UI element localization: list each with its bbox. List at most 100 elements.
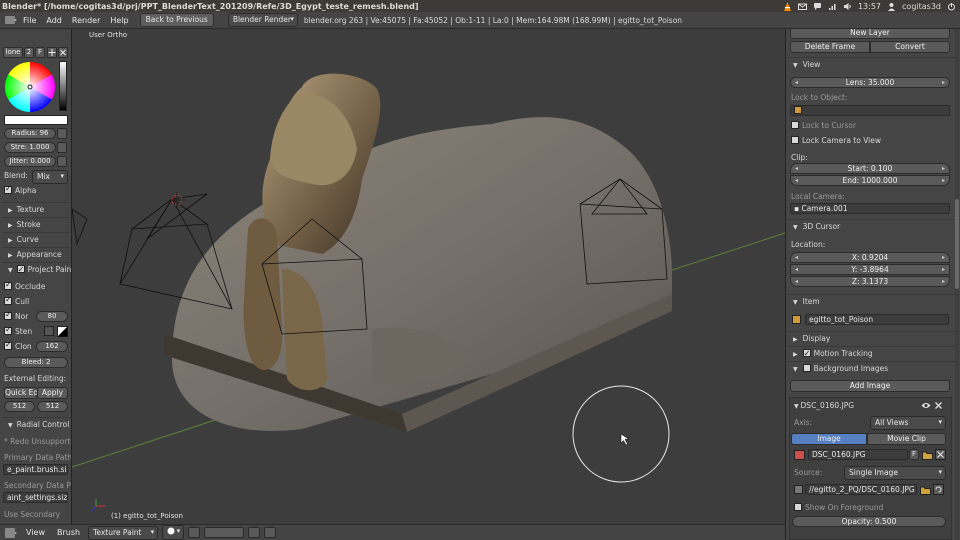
add-image-button[interactable]: Add Image — [790, 380, 950, 392]
color-wheel[interactable] — [4, 61, 56, 113]
back-to-previous-button[interactable]: Back to Previous — [139, 13, 214, 27]
value-slider[interactable] — [59, 61, 67, 111]
screen-grab-y-field[interactable]: 512 — [37, 401, 68, 412]
brush-name-field[interactable]: lone — [3, 47, 23, 58]
blender-info-icon[interactable] — [4, 14, 18, 26]
viewport-scene[interactable] — [72, 29, 785, 524]
stroke-section[interactable]: ▶ Stroke — [2, 217, 70, 230]
menu-render[interactable]: Render — [67, 16, 105, 25]
eye-icon[interactable] — [921, 401, 931, 410]
3d-cursor[interactable] — [169, 192, 185, 208]
clip-end-field[interactable]: ◂ End: 1000.000 ▸ — [790, 175, 950, 186]
background-images-section-header[interactable]: ▼ Background Images — [787, 361, 955, 375]
cursor-x-field[interactable]: ◂ X: 0.9204 ▸ — [790, 252, 950, 263]
background-image-item[interactable]: ▼ DSC_0160.JPG — [794, 401, 854, 410]
axis-select[interactable]: All Views — [870, 416, 946, 430]
remove-image-icon[interactable] — [934, 401, 943, 410]
primary-data-path-field[interactable]: e_paint.brush.size — [3, 464, 68, 475]
source-select[interactable]: Single Image — [844, 466, 946, 480]
power-icon[interactable] — [947, 2, 956, 11]
lock-layers-button[interactable] — [248, 527, 261, 538]
normal-toggle[interactable]: Nor — [4, 310, 28, 323]
cull-toggle[interactable]: Cull — [4, 295, 29, 308]
lock-object-field[interactable] — [790, 105, 950, 116]
tab-movie-clip[interactable]: Movie Clip — [867, 433, 946, 445]
editor-type-icon[interactable] — [4, 527, 18, 539]
stencil-invert-icon[interactable] — [57, 326, 68, 337]
open-image-icon[interactable] — [922, 449, 933, 460]
display-section-header[interactable]: ▶ Display — [787, 331, 955, 345]
texture-section[interactable]: ▶ Texture — [2, 202, 70, 215]
menu-add[interactable]: Add — [41, 16, 67, 25]
unlink-brush-icon[interactable] — [58, 47, 68, 58]
strength-field[interactable]: Stre: 1.000 — [4, 142, 56, 153]
stencil-toggle[interactable]: Sten — [4, 325, 32, 338]
unlink-image-icon[interactable] — [935, 449, 946, 460]
camera-edge-frame[interactable] — [72, 208, 88, 246]
radial-control-section[interactable]: ▼ Radial Control — [2, 417, 70, 430]
image-browse-icon[interactable] — [794, 450, 805, 460]
render-preview-button[interactable] — [264, 527, 277, 538]
volume-icon[interactable] — [843, 2, 852, 11]
mail-icon[interactable] — [797, 2, 807, 11]
tab-image[interactable]: Image — [791, 433, 867, 445]
menu-file[interactable]: File — [18, 16, 41, 25]
pack-file-icon[interactable] — [794, 485, 803, 494]
menu-help[interactable]: Help — [105, 16, 133, 25]
radius-pressure-button[interactable] — [57, 128, 67, 139]
cursor-y-field[interactable]: ◂ Y: -3.8964 ▸ — [790, 264, 950, 275]
jitter-field[interactable]: Jitter: 0.000 — [4, 156, 56, 167]
pivot-button[interactable] — [188, 527, 201, 538]
blend-select[interactable]: Mix — [32, 170, 68, 184]
secondary-data-path-field[interactable]: aint_settings.size — [3, 492, 68, 503]
alpha-checkbox[interactable] — [4, 184, 12, 194]
show-foreground-toggle[interactable]: Show On Foreground — [794, 503, 883, 512]
cursor-z-field[interactable]: ◂ Z: 3.1373 ▸ — [790, 276, 950, 287]
layer-buttons[interactable] — [204, 527, 245, 538]
item-name-field[interactable]: egitto_tot_Poison — [805, 314, 949, 325]
curve-section[interactable]: ▶ Curve — [2, 232, 70, 245]
radius-field[interactable]: Radius: 96 — [4, 128, 56, 139]
jitter-pressure-button[interactable] — [57, 156, 67, 167]
vlc-icon[interactable] — [783, 1, 792, 11]
local-camera-field[interactable]: ▪ Camera.001 — [790, 203, 950, 214]
brush-color-swatch[interactable] — [4, 115, 68, 125]
quick-edit-button[interactable]: Quick Edi — [4, 387, 40, 399]
menu-brush[interactable]: Brush — [53, 528, 84, 537]
3d-viewport[interactable]: User Ortho (1) egitto_tot_Poison — [72, 29, 785, 524]
alpha-toggle[interactable]: Alpha — [4, 184, 36, 197]
screen-grab-x-field[interactable]: 512 — [4, 401, 35, 412]
user-name[interactable]: cogitas3d — [902, 2, 941, 11]
view-section-header[interactable]: ▼ View — [787, 57, 955, 71]
brush-users-field[interactable]: 2 — [24, 47, 34, 58]
clone-toggle[interactable]: Clon — [4, 340, 32, 353]
3d-cursor-section-header[interactable]: ▼ 3D Cursor — [787, 219, 955, 233]
scrollbar-thumb[interactable] — [955, 199, 959, 289]
lock-to-cursor-toggle[interactable]: Lock to Cursor — [791, 121, 856, 130]
image-datablock-field[interactable]: DSC_0160.JPG — [808, 449, 908, 460]
viewport-shading-select[interactable] — [162, 525, 185, 540]
opacity-field[interactable]: Opacity: 0.500 — [792, 516, 946, 527]
delete-frame-button[interactable]: Delete Frame — [790, 41, 870, 53]
occlude-toggle[interactable]: Occlude — [4, 280, 45, 293]
clone-layer-field[interactable]: 162 — [36, 341, 68, 352]
render-engine-select[interactable]: Blender Render — [227, 13, 298, 27]
convert-button[interactable]: Convert — [870, 41, 950, 53]
bleed-field[interactable]: Bleed: 2 — [4, 357, 68, 368]
properties-scrollbar[interactable] — [955, 29, 959, 540]
brush-fake-user-button[interactable]: F — [35, 47, 45, 58]
add-brush-icon[interactable] — [47, 47, 57, 58]
image-filepath-field[interactable]: //egitto_2_PQ/DSC_0160.JPG — [805, 484, 917, 495]
network-icon[interactable] — [828, 2, 837, 11]
lens-field[interactable]: ◂ Lens: 35.000 ▸ — [790, 77, 950, 88]
reload-image-icon[interactable] — [933, 484, 944, 495]
image-fake-user-button[interactable]: F — [909, 449, 919, 460]
new-layer-button[interactable]: New Layer — [790, 29, 950, 39]
clock[interactable]: 13:57 — [858, 2, 881, 11]
motion-tracking-section-header[interactable]: ▶Motion Tracking — [787, 346, 955, 361]
menu-view[interactable]: View — [22, 528, 49, 537]
apply-button[interactable]: Apply — [37, 387, 68, 399]
strength-pressure-button[interactable] — [57, 142, 67, 153]
mode-select[interactable]: Texture Paint — [88, 525, 159, 540]
item-section-header[interactable]: ▼ Item — [787, 294, 955, 308]
